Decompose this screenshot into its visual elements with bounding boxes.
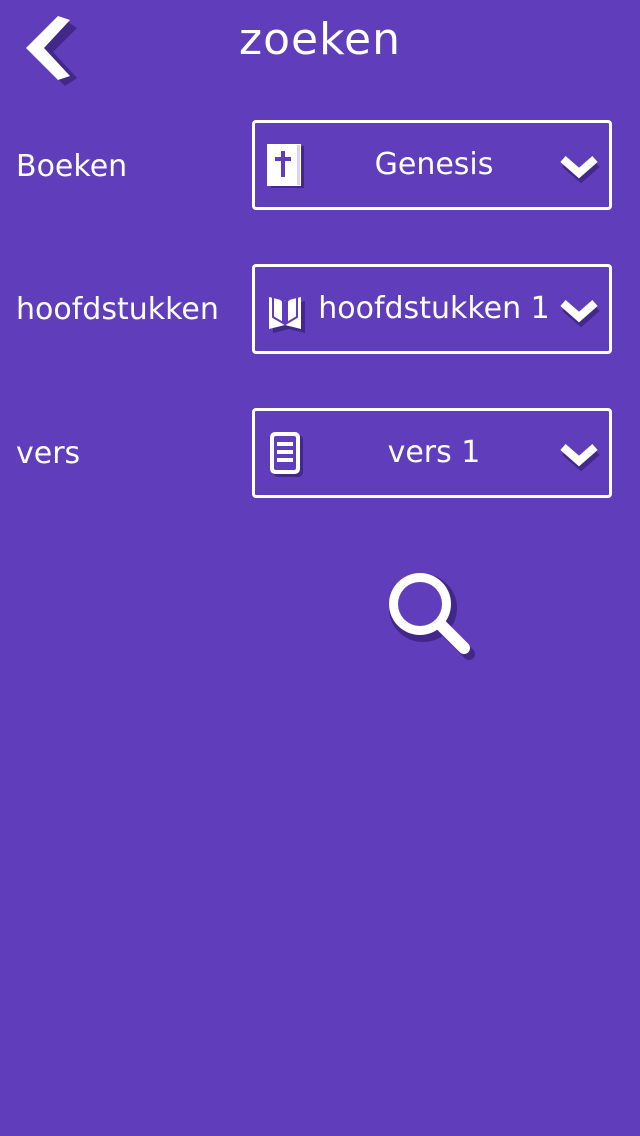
chapters-label: hoofdstukken	[16, 292, 219, 327]
open-book-icon	[269, 290, 305, 333]
chevron-down-icon	[560, 299, 600, 328]
go-search-button[interactable]: Go	[384, 568, 480, 664]
verse-dropdown[interactable]: vers 1	[252, 408, 612, 498]
books-value: Genesis	[374, 147, 494, 182]
bible-icon	[267, 144, 304, 188]
chapters-value: hoofdstukken 1	[318, 291, 550, 326]
chevron-down-icon	[560, 443, 600, 472]
go-label: Go	[402, 593, 436, 618]
chevron-down-icon	[560, 155, 600, 184]
books-dropdown[interactable]: Genesis	[252, 120, 612, 210]
verse-label: vers	[16, 436, 81, 471]
header: zoeken	[0, 0, 640, 90]
chapters-dropdown[interactable]: hoofdstukken 1	[252, 264, 612, 354]
page-title: zoeken	[239, 14, 401, 65]
books-label: Boeken	[16, 149, 128, 184]
verse-value: vers 1	[387, 435, 481, 470]
document-icon	[270, 432, 303, 477]
